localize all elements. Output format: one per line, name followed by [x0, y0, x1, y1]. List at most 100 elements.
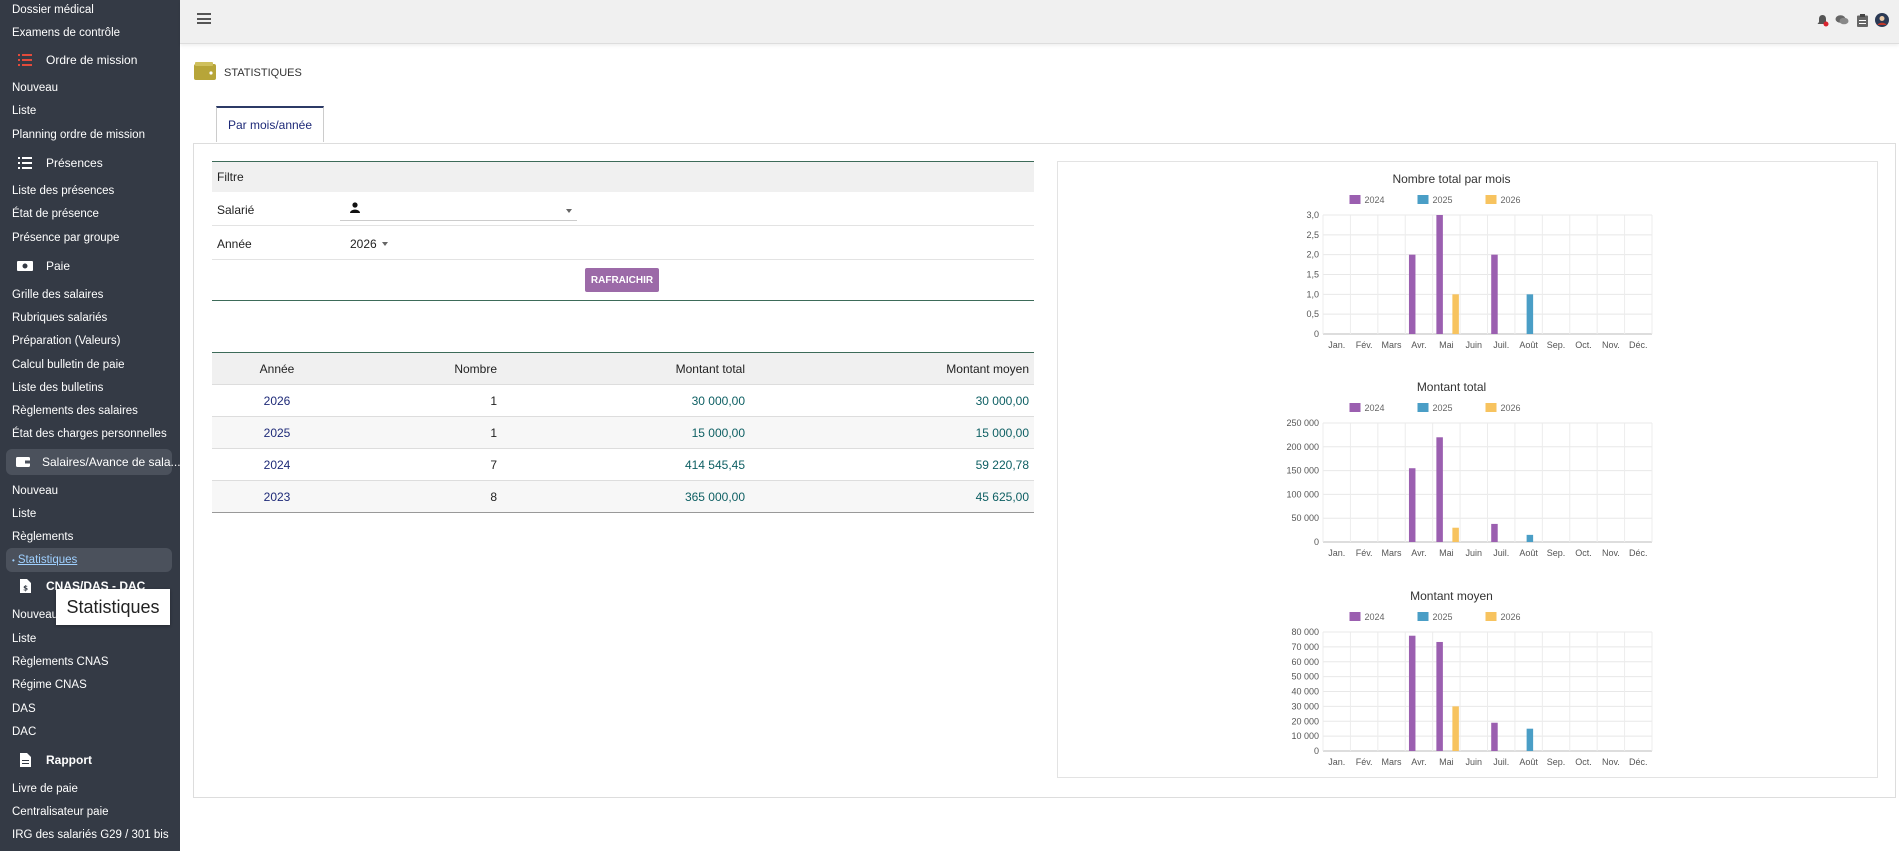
wallet-icon [194, 62, 216, 83]
x-tick-label: Avr. [1411, 757, 1426, 767]
year-value: 2026 [350, 237, 377, 251]
tab-par-mois-annee[interactable]: Par mois/année [216, 106, 324, 142]
cell-annee: 2023 [263, 490, 291, 504]
chart-title: Montant total [1417, 380, 1486, 394]
top-bar [180, 0, 1899, 44]
legend-swatch [1349, 403, 1361, 412]
x-tick-label: Juin [1466, 548, 1483, 558]
sidebar-item-nouveau-avance[interactable]: Nouveau [12, 485, 58, 497]
sidebar-item-etat-presence[interactable]: État de présence [12, 208, 99, 220]
sidebar-item-liste-cnas[interactable]: Liste [12, 633, 36, 645]
sidebar-item-etat-charges[interactable]: État des charges personnelles [12, 428, 167, 440]
y-tick-label: 0 [1314, 537, 1319, 547]
employee-select[interactable] [340, 200, 577, 221]
page-header: STATISTIQUES [194, 62, 302, 83]
cell-annee: 2025 [263, 426, 291, 440]
sidebar-item-reglements-cnas[interactable]: Règlements CNAS [12, 656, 109, 668]
sidebar-item-calcul-bulletin[interactable]: Calcul bulletin de paie [12, 359, 125, 371]
sidebar-section-presences[interactable]: Présences [6, 150, 172, 176]
table-row[interactable]: 2023 8 365 000,00 45 625,00 [212, 481, 1034, 512]
user-avatar-icon[interactable] [1875, 13, 1889, 27]
legend-swatch [1485, 195, 1497, 204]
sidebar-item-nouveau-cnas[interactable]: Nouveau [12, 609, 58, 621]
legend-label: 2025 [1433, 612, 1453, 622]
refresh-button[interactable]: RAFRAICHIR [585, 268, 659, 292]
sidebar-item-nouveau-mission[interactable]: Nouveau [12, 82, 58, 94]
x-tick-label: Déc. [1629, 340, 1648, 350]
sidebar-item-irg-salaries[interactable]: IRG des salariés G29 / 301 bis [12, 829, 169, 841]
sidebar-item-regime-cnas[interactable]: Régime CNAS [12, 679, 87, 691]
sidebar-item-liste-bulletins[interactable]: Liste des bulletins [12, 382, 103, 394]
sidebar-item-grille-salaires[interactable]: Grille des salaires [12, 289, 103, 301]
bell-icon[interactable] [1815, 13, 1829, 27]
legend-swatch [1485, 612, 1497, 621]
sidebar-item-planning-mission[interactable]: Planning ordre de mission [12, 129, 145, 141]
sidebar-item-rubriques-salaries[interactable]: Rubriques salariés [12, 312, 107, 324]
sidebar-item-examens-controle[interactable]: Examens de contrôle [12, 27, 120, 39]
sidebar-item-liste-avance[interactable]: Liste [12, 508, 36, 520]
x-tick-label: Août [1519, 340, 1538, 350]
page-title: STATISTIQUES [224, 66, 302, 79]
sidebar-section-rapport[interactable]: Rapport [6, 747, 172, 773]
y-tick-label: 20 000 [1291, 716, 1319, 726]
sidebar-item-statistiques[interactable]: • Statistiques [12, 554, 77, 566]
sidebar-item-dossier-medical[interactable]: Dossier médical [12, 4, 94, 16]
x-tick-label: Jan. [1328, 757, 1345, 767]
filter-box: Filtre Salarié Année 2026 RAFRAICHIR [212, 161, 1034, 301]
bar [1436, 641, 1443, 751]
sidebar-item-centralisateur-paie[interactable]: Centralisateur paie [12, 806, 109, 818]
chart-title: Nombre total par mois [1392, 172, 1510, 186]
year-label: Année [217, 237, 252, 251]
y-tick-label: 100 000 [1286, 489, 1319, 499]
legend-label: 2024 [1365, 195, 1385, 205]
table-row[interactable]: 2024 7 414 545,45 59 220,78 [212, 449, 1034, 481]
chat-icon[interactable] [1835, 13, 1849, 27]
sidebar-item-presence-groupe[interactable]: Présence par groupe [12, 232, 119, 244]
bar [1452, 527, 1459, 542]
legend-swatch [1417, 403, 1429, 412]
bar [1436, 215, 1443, 334]
legend-swatch [1349, 612, 1361, 621]
employee-label: Salarié [217, 203, 255, 217]
chart-montant-total: Montant total 2024 2025 2026 0 50 000 100 000 1… [1286, 380, 1653, 558]
clipboard-icon[interactable] [1855, 13, 1869, 27]
sidebar-section-paie[interactable]: Paie [6, 253, 172, 279]
x-tick-label: Déc. [1629, 757, 1648, 767]
filter-row-employee: Salarié [212, 192, 1034, 226]
filter-title: Filtre [212, 162, 1034, 192]
bar [1436, 437, 1443, 542]
y-tick-label: 150 000 [1286, 466, 1319, 476]
y-tick-label: 80 000 [1291, 627, 1319, 637]
y-tick-label: 60 000 [1291, 657, 1319, 667]
x-tick-label: Fév. [1356, 340, 1373, 350]
file-icon [16, 753, 34, 767]
cell-montant-total: 365 000,00 [684, 490, 745, 504]
col-header-annee: Année [259, 362, 295, 376]
cell-nombre: 8 [490, 490, 497, 504]
sidebar-section-salaires-avance[interactable]: Salaires/Avance de sala... [6, 449, 180, 475]
bar [1526, 294, 1534, 334]
table-row[interactable]: 2025 1 15 000,00 15 000,00 [212, 417, 1034, 449]
sidebar-item-liste-presences[interactable]: Liste des présences [12, 185, 114, 197]
table-row[interactable]: 2026 1 30 000,00 30 000,00 [212, 385, 1034, 417]
sidebar-item-livre-paie[interactable]: Livre de paie [12, 783, 78, 795]
sidebar-item-preparation-valeurs[interactable]: Préparation (Valeurs) [12, 335, 120, 347]
year-select[interactable]: 2026 [340, 233, 394, 253]
x-tick-label: Nov. [1602, 340, 1620, 350]
sidebar-item-liste-mission[interactable]: Liste [12, 105, 36, 117]
y-tick-label: 50 000 [1291, 672, 1319, 682]
sidebar-item-dac[interactable]: DAC [12, 726, 36, 738]
menu-toggle-icon[interactable] [197, 13, 211, 24]
bar [1408, 468, 1416, 542]
sidebar-item-reglements-avance[interactable]: Règlements [12, 531, 73, 543]
cell-nombre: 1 [490, 394, 497, 408]
chart-nombre-total: Nombre total par mois 2024 2025 2026 0 0,5 1,0… [1306, 172, 1653, 350]
list-icon [16, 157, 34, 169]
sidebar-item-das[interactable]: DAS [12, 703, 36, 715]
y-tick-label: 0 [1314, 746, 1319, 756]
sidebar-item-reglements-salaires[interactable]: Règlements des salaires [12, 405, 138, 417]
col-header-montant-moyen: Montant moyen [946, 362, 1029, 376]
x-tick-label: Mai [1439, 340, 1454, 350]
chevron-down-icon [382, 242, 388, 246]
sidebar-section-ordre-mission[interactable]: Ordre de mission [6, 47, 172, 73]
